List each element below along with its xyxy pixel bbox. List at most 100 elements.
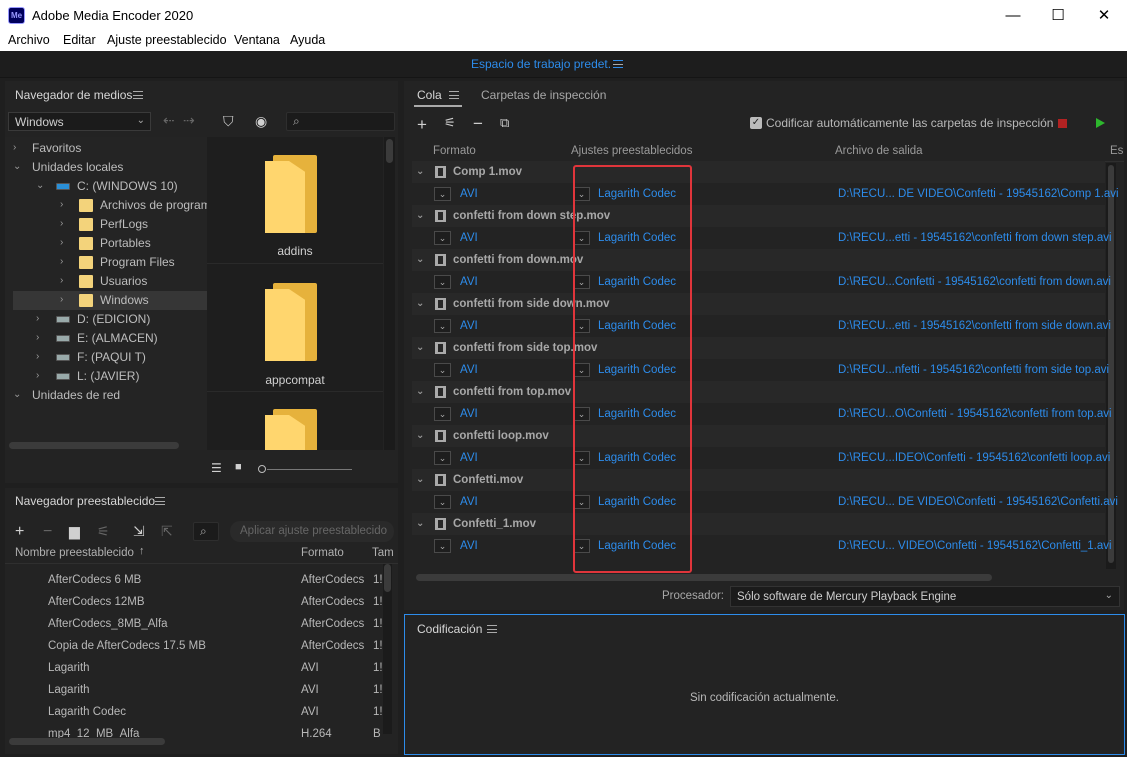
queue-source-row[interactable]: ⌄ confetti from side top.mov — [412, 337, 1105, 359]
column-tamano[interactable]: Tam — [372, 547, 394, 559]
zoom-slider-handle[interactable] — [258, 465, 266, 473]
queue-source-row[interactable]: ⌄ Comp 1.mov — [412, 161, 1105, 183]
queue-output-row[interactable]: ⌄ AVI ⌄ Lagarith Codec D:\RECU...etti - 1954… — [412, 227, 1112, 249]
filter-icon[interactable]: ⛉ — [223, 113, 234, 130]
column-formato[interactable]: Formato — [301, 547, 344, 559]
tree-hscroll-thumb[interactable] — [9, 442, 179, 449]
forward-arrow-icon[interactable]: ⇢ — [183, 112, 195, 129]
add-output-icon[interactable]: ⚟ — [444, 115, 456, 131]
add-preset-icon[interactable]: + — [15, 523, 24, 541]
output-file-link[interactable]: D:\RECU... VIDEO\Confetti - 19545162\Con… — [838, 540, 1112, 552]
column-archivo-salida[interactable]: Archivo de salida — [835, 145, 923, 157]
queue-output-row[interactable]: ⌄ AVI ⌄ Lagarith Codec D:\RECU...IDEO\Confet… — [412, 447, 1110, 469]
queue-source-row[interactable]: ⌄ confetti from down.mov — [412, 249, 1105, 271]
preset-scrollbar[interactable] — [383, 564, 392, 734]
zoom-slider-track[interactable] — [267, 469, 352, 470]
output-file-link[interactable]: D:\RECU... DE VIDEO\Confetti - 19545162\… — [838, 496, 1118, 508]
format-link[interactable]: AVI — [460, 408, 478, 420]
processor-dropdown[interactable]: Sólo software de Mercury Playback Engine… — [730, 586, 1120, 607]
tree-item-drive-f[interactable]: › F: (PAQUI T) — [13, 348, 207, 367]
export-preset-icon[interactable]: ⇱ — [161, 523, 173, 540]
format-dropdown[interactable]: ⌄ — [434, 187, 451, 201]
output-file-link[interactable]: D:\RECU...etti - 19545162\confetti from … — [838, 232, 1112, 244]
auto-encode-checkbox[interactable]: ✓ — [750, 117, 762, 129]
format-dropdown[interactable]: ⌄ — [434, 451, 451, 465]
tree-item-unidades-locales[interactable]: ⌄ Unidades locales — [13, 158, 207, 177]
format-link[interactable]: AVI — [460, 188, 478, 200]
menu-ayuda[interactable]: Ayuda — [290, 33, 325, 47]
queue-output-row[interactable]: ⌄ AVI ⌄ Lagarith Codec D:\RECU...O\Confetti … — [412, 403, 1112, 425]
workspace-menu-icon[interactable] — [613, 60, 623, 68]
format-link[interactable]: AVI — [460, 232, 478, 244]
tree-item-drive-d[interactable]: › D: (EDICION) — [13, 310, 207, 329]
queue-output-row[interactable]: ⌄ AVI ⌄ Lagarith Codec D:\RECU...nfetti - 19… — [412, 359, 1109, 381]
format-link[interactable]: AVI — [460, 364, 478, 376]
output-file-link[interactable]: D:\RECU...IDEO\Confetti - 19545162\confe… — [838, 452, 1110, 464]
preset-settings-icon[interactable]: ⚟ — [97, 523, 110, 540]
media-browser-menu-icon[interactable] — [133, 91, 143, 99]
output-file-link[interactable]: D:\RECU...etti - 19545162\confetti from … — [838, 320, 1111, 332]
apply-preset-button[interactable]: Aplicar ajuste preestablecido — [230, 521, 394, 542]
queue-menu-icon[interactable] — [449, 91, 459, 99]
queue-output-row[interactable]: ⌄ AVI ⌄ Lagarith Codec D:\RECU... DE VIDEO\C… — [412, 183, 1119, 205]
format-dropdown[interactable]: ⌄ — [434, 363, 451, 377]
new-group-icon[interactable]: ▆ — [69, 523, 80, 540]
workspace-tab[interactable]: Espacio de trabajo predet. — [471, 57, 611, 71]
thumbnail-scrollbar[interactable] — [384, 137, 395, 450]
tree-item-drive-l[interactable]: › L: (JAVIER) — [13, 367, 207, 386]
menu-editar[interactable]: Editar — [63, 33, 96, 47]
encoding-menu-icon[interactable] — [487, 625, 497, 633]
list-view-icon[interactable]: ☰ — [211, 461, 222, 475]
thumbnail-addins[interactable]: addins — [207, 137, 383, 264]
location-dropdown[interactable]: Windows ⌄ — [8, 112, 151, 131]
format-link[interactable]: AVI — [460, 276, 478, 288]
tree-item-portables[interactable]: › Portables — [13, 234, 207, 253]
tab-cola[interactable]: Cola — [417, 88, 442, 102]
column-ajustes[interactable]: Ajustes preestablecidos — [571, 145, 692, 157]
table-row[interactable]: Lagarith AVI 1! — [15, 658, 387, 680]
format-dropdown[interactable]: ⌄ — [434, 319, 451, 333]
format-link[interactable]: AVI — [460, 320, 478, 332]
queue-source-row[interactable]: ⌄ Confetti.mov — [412, 469, 1105, 491]
format-dropdown[interactable]: ⌄ — [434, 231, 451, 245]
preset-browser-menu-icon[interactable] — [155, 497, 165, 505]
format-link[interactable]: AVI — [460, 540, 478, 552]
table-row[interactable]: AfterCodecs 12MB AfterCodecs 1! — [15, 592, 387, 614]
format-dropdown[interactable]: ⌄ — [434, 275, 451, 289]
column-estado[interactable]: Es — [1110, 145, 1123, 157]
tree-item-archivos-de-programa[interactable]: › Archivos de programa — [13, 196, 217, 215]
format-link[interactable]: AVI — [460, 496, 478, 508]
start-queue-icon[interactable] — [1096, 118, 1105, 128]
media-search-input[interactable]: ⌕ — [286, 112, 395, 131]
duplicate-icon[interactable]: ⧉ — [500, 115, 509, 131]
queue-source-row[interactable]: ⌄ confetti loop.mov — [412, 425, 1105, 447]
scroll-thumb[interactable] — [384, 564, 391, 592]
output-file-link[interactable]: D:\RECU...Confetti - 19545162\confetti f… — [838, 276, 1111, 288]
remove-preset-icon[interactable]: − — [43, 523, 52, 541]
queue-source-row[interactable]: ⌄ confetti from side down.mov — [412, 293, 1105, 315]
minimize-button[interactable]: — — [990, 0, 1036, 31]
tree-item-perflogs[interactable]: › PerfLogs — [13, 215, 207, 234]
tree-item-windows[interactable]: › Windows — [13, 291, 207, 310]
preset-hscroll-thumb[interactable] — [9, 738, 165, 745]
table-row[interactable]: AfterCodecs_8MB_Alfa AfterCodecs 1! — [15, 614, 387, 636]
back-arrow-icon[interactable]: ⇠ — [163, 112, 175, 129]
stop-icon[interactable] — [1058, 119, 1067, 128]
menu-ajuste-preestablecido[interactable]: Ajuste preestablecido — [107, 33, 227, 47]
menu-ventana[interactable]: Ventana — [234, 33, 280, 47]
format-dropdown[interactable]: ⌄ — [434, 495, 451, 509]
output-file-link[interactable]: D:\RECU...O\Confetti - 19545162\confetti… — [838, 408, 1112, 420]
view-eye-icon[interactable]: ◉ — [255, 113, 267, 130]
tree-item-usuarios[interactable]: › Usuarios — [13, 272, 207, 291]
queue-source-row[interactable]: ⌄ confetti from top.mov — [412, 381, 1105, 403]
tree-item-favoritos[interactable]: › Favoritos — [13, 139, 207, 158]
format-link[interactable]: AVI — [460, 452, 478, 464]
tab-carpetas-de-inspeccion[interactable]: Carpetas de inspección — [481, 88, 606, 102]
thumbnail-appcompat[interactable]: appcompat — [207, 265, 383, 392]
close-button[interactable]: ✕ — [1081, 0, 1127, 31]
queue-output-row[interactable]: ⌄ AVI ⌄ Lagarith Codec D:\RECU...Confetti - … — [412, 271, 1111, 293]
table-row[interactable]: Lagarith Codec AVI 1! — [15, 702, 387, 724]
import-preset-icon[interactable]: ⇲ — [133, 523, 145, 540]
menu-archivo[interactable]: Archivo — [8, 33, 50, 47]
output-file-link[interactable]: D:\RECU...nfetti - 19545162\confetti fro… — [838, 364, 1109, 376]
